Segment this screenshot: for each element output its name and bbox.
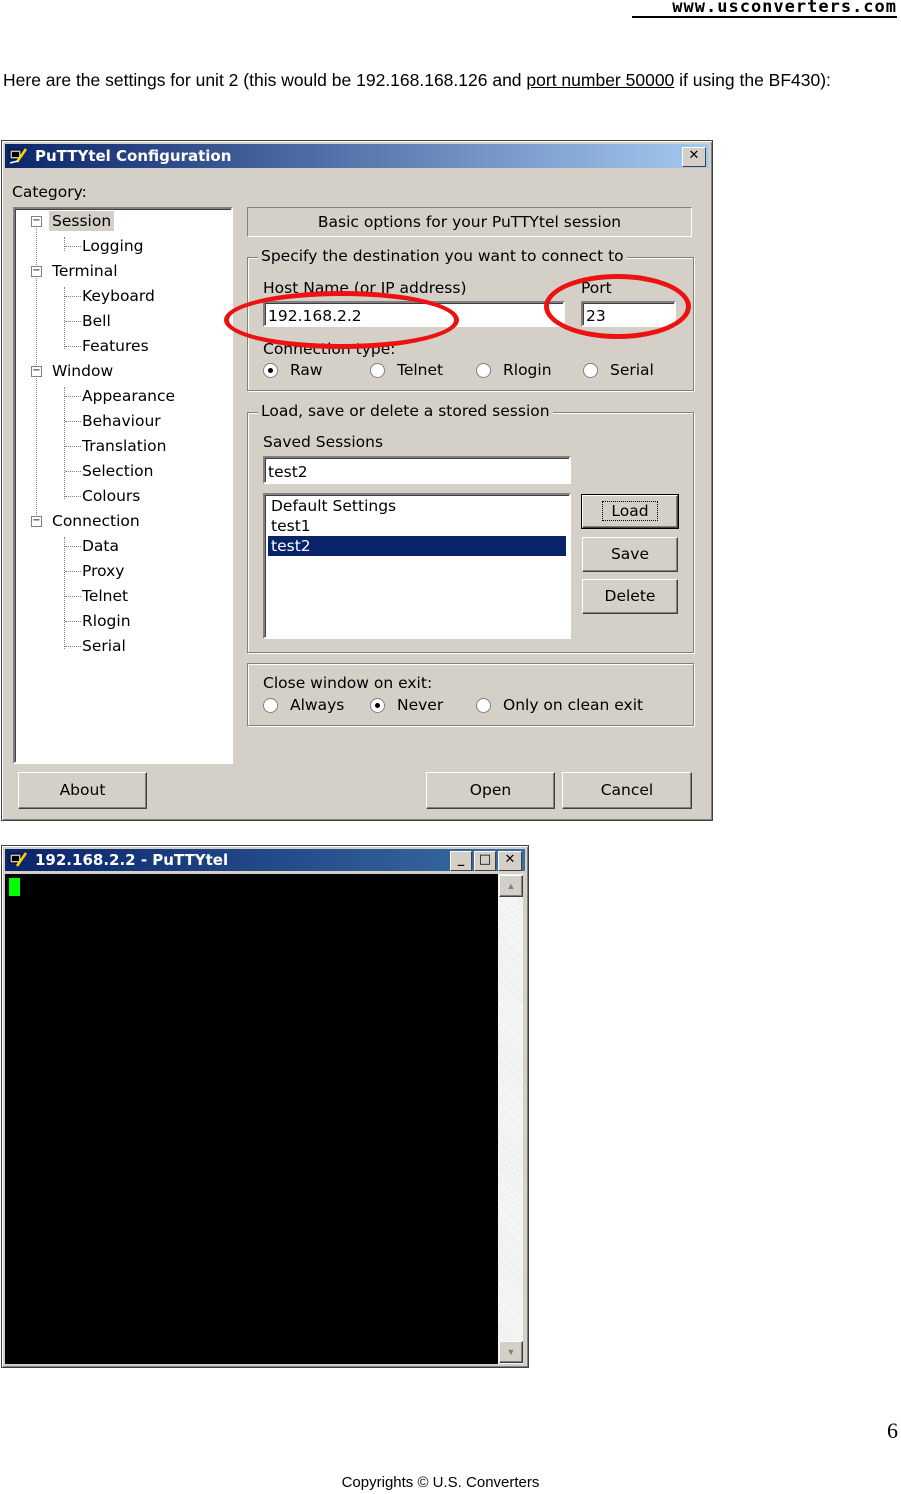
- tree-item-bell[interactable]: Bell: [82, 311, 111, 331]
- port-number-link[interactable]: port number 50000: [526, 70, 674, 90]
- tree-item-colours[interactable]: Colours: [82, 486, 140, 506]
- conn-type-serial-radio[interactable]: [583, 363, 598, 378]
- load-button[interactable]: Load: [581, 494, 679, 529]
- exit-option-radio[interactable]: [476, 698, 491, 713]
- tree-item-session[interactable]: Session: [49, 211, 115, 231]
- tree-item-serial[interactable]: Serial: [82, 636, 126, 656]
- open-label: Open: [469, 781, 512, 799]
- delete-label: Delete: [604, 587, 656, 605]
- scroll-up-icon: ▲: [506, 881, 516, 891]
- putty-app-icon: [9, 148, 27, 164]
- session-list-item[interactable]: test1: [268, 516, 566, 536]
- minimize-icon: _: [457, 852, 465, 867]
- tree-item-behaviour[interactable]: Behaviour: [82, 411, 161, 431]
- tree-item-rlogin[interactable]: Rlogin: [82, 611, 131, 631]
- exit-option-label[interactable]: Only on clean exit: [503, 696, 643, 714]
- conn-type-raw-label[interactable]: Raw: [290, 361, 323, 379]
- tree-item-telnet[interactable]: Telnet: [82, 586, 128, 606]
- category-tree[interactable]: − Session Logging − Terminal Keyboard Bell Feat…: [13, 207, 233, 764]
- tree-expander-icon[interactable]: −: [31, 266, 42, 277]
- port-highlight-ellipse: [544, 274, 691, 339]
- delete-button[interactable]: Delete: [582, 579, 678, 614]
- site-url: www.usconverters.com: [632, 0, 897, 18]
- tree-item-terminal[interactable]: Terminal: [52, 261, 118, 281]
- close-button[interactable]: ✕: [682, 147, 706, 167]
- terminal-app-icon: [9, 852, 27, 867]
- terminal-cursor: [9, 878, 20, 896]
- terminal-titlebar: 192.168.2.2 - PuTTYtel _ □ ✕: [5, 849, 525, 871]
- conn-type-rlogin-label[interactable]: Rlogin: [503, 361, 552, 379]
- tree-item-connection[interactable]: Connection: [52, 511, 140, 531]
- maximize-icon: □: [478, 852, 492, 867]
- conn-type-rlogin-radio[interactable]: [476, 363, 491, 378]
- conn-type-telnet-label[interactable]: Telnet: [397, 361, 443, 379]
- terminal-scrollbar[interactable]: ▲ ▼: [498, 874, 523, 1364]
- exit-option-label[interactable]: Never: [397, 696, 443, 714]
- conn-type-telnet-radio[interactable]: [370, 363, 385, 378]
- terminal-close-button[interactable]: ✕: [498, 851, 522, 871]
- scroll-down-icon: ▼: [506, 1347, 516, 1357]
- scroll-down-button[interactable]: ▼: [499, 1341, 523, 1363]
- tree-expander-icon[interactable]: −: [31, 366, 42, 377]
- config-title: PuTTYtel Configuration: [35, 147, 232, 165]
- terminal-title: 192.168.2.2 - PuTTYtel: [35, 851, 229, 869]
- terminal-screen[interactable]: [5, 874, 498, 1364]
- cancel-label: Cancel: [600, 781, 654, 799]
- about-label: About: [59, 781, 106, 799]
- about-button[interactable]: About: [18, 772, 147, 809]
- category-label: Category:: [12, 183, 87, 201]
- tree-item-translation[interactable]: Translation: [82, 436, 166, 456]
- close-on-exit-label: Close window on exit:: [263, 674, 433, 692]
- copyright: Copyrights © U.S. Converters: [341, 1474, 540, 1491]
- host-highlight-ellipse: [224, 291, 459, 349]
- page-number: 6: [887, 1418, 898, 1443]
- conn-type-raw-radio[interactable]: [263, 363, 278, 378]
- tree-item-selection[interactable]: Selection: [82, 461, 153, 481]
- session-list-item[interactable]: test2: [268, 536, 566, 556]
- exit-option-label[interactable]: Always: [290, 696, 344, 714]
- intro-text-before: Here are the settings for unit 2 (this w…: [3, 70, 527, 90]
- saved-sessions-label: Saved Sessions: [263, 433, 384, 451]
- cancel-button[interactable]: Cancel: [562, 772, 692, 809]
- tree-item-window[interactable]: Window: [52, 361, 113, 381]
- close-on-exit-group: Close window on exit: Always Never Only on…: [247, 663, 694, 726]
- open-button[interactable]: Open: [426, 772, 555, 809]
- tree-expander-icon[interactable]: −: [31, 216, 42, 227]
- intro-paragraph: Here are the settings for unit 2 (this w…: [3, 69, 883, 92]
- save-button[interactable]: Save: [582, 537, 678, 572]
- close-icon: ✕: [504, 852, 516, 867]
- tree-item-logging[interactable]: Logging: [82, 236, 144, 256]
- exit-option-radio[interactable]: [263, 698, 278, 713]
- panel-header-text: Basic options for your PuTTYtel session: [317, 213, 622, 231]
- maximize-button[interactable]: □: [474, 851, 496, 871]
- tree-expander-icon[interactable]: −: [31, 516, 42, 527]
- load-label: Load: [602, 501, 658, 521]
- close-icon: ✕: [688, 148, 700, 163]
- minimize-button[interactable]: _: [450, 851, 472, 871]
- intro-text-after: if using the BF430):: [674, 70, 831, 90]
- sessions-list[interactable]: Default Settings test1 test2: [263, 493, 571, 639]
- tree-item-appearance[interactable]: Appearance: [82, 386, 175, 406]
- destination-legend: Specify the destination you want to conn…: [258, 247, 627, 265]
- putty-config-dialog: PuTTYtel Configuration ✕ Category: − Sess…: [1, 140, 713, 821]
- tree-item-features[interactable]: Features: [82, 336, 149, 356]
- saved-sessions-input[interactable]: test2: [263, 456, 571, 484]
- panel-header: Basic options for your PuTTYtel session: [247, 207, 692, 237]
- config-titlebar: PuTTYtel Configuration ✕: [5, 144, 709, 168]
- tree-item-keyboard[interactable]: Keyboard: [82, 286, 155, 306]
- sessions-group: Load, save or delete a stored session Sa…: [247, 402, 694, 653]
- session-list-item[interactable]: Default Settings: [268, 496, 566, 516]
- exit-option-radio[interactable]: [370, 698, 385, 713]
- scroll-up-button[interactable]: ▲: [499, 875, 523, 897]
- sessions-legend: Load, save or delete a stored session: [258, 402, 553, 420]
- conn-type-serial-label[interactable]: Serial: [610, 361, 654, 379]
- tree-item-proxy[interactable]: Proxy: [82, 561, 124, 581]
- saved-sessions-value: test2: [268, 463, 308, 481]
- terminal-window: 192.168.2.2 - PuTTYtel _ □ ✕ ▲ ▼: [1, 845, 529, 1368]
- tree-item-data[interactable]: Data: [82, 536, 119, 556]
- save-label: Save: [610, 545, 650, 563]
